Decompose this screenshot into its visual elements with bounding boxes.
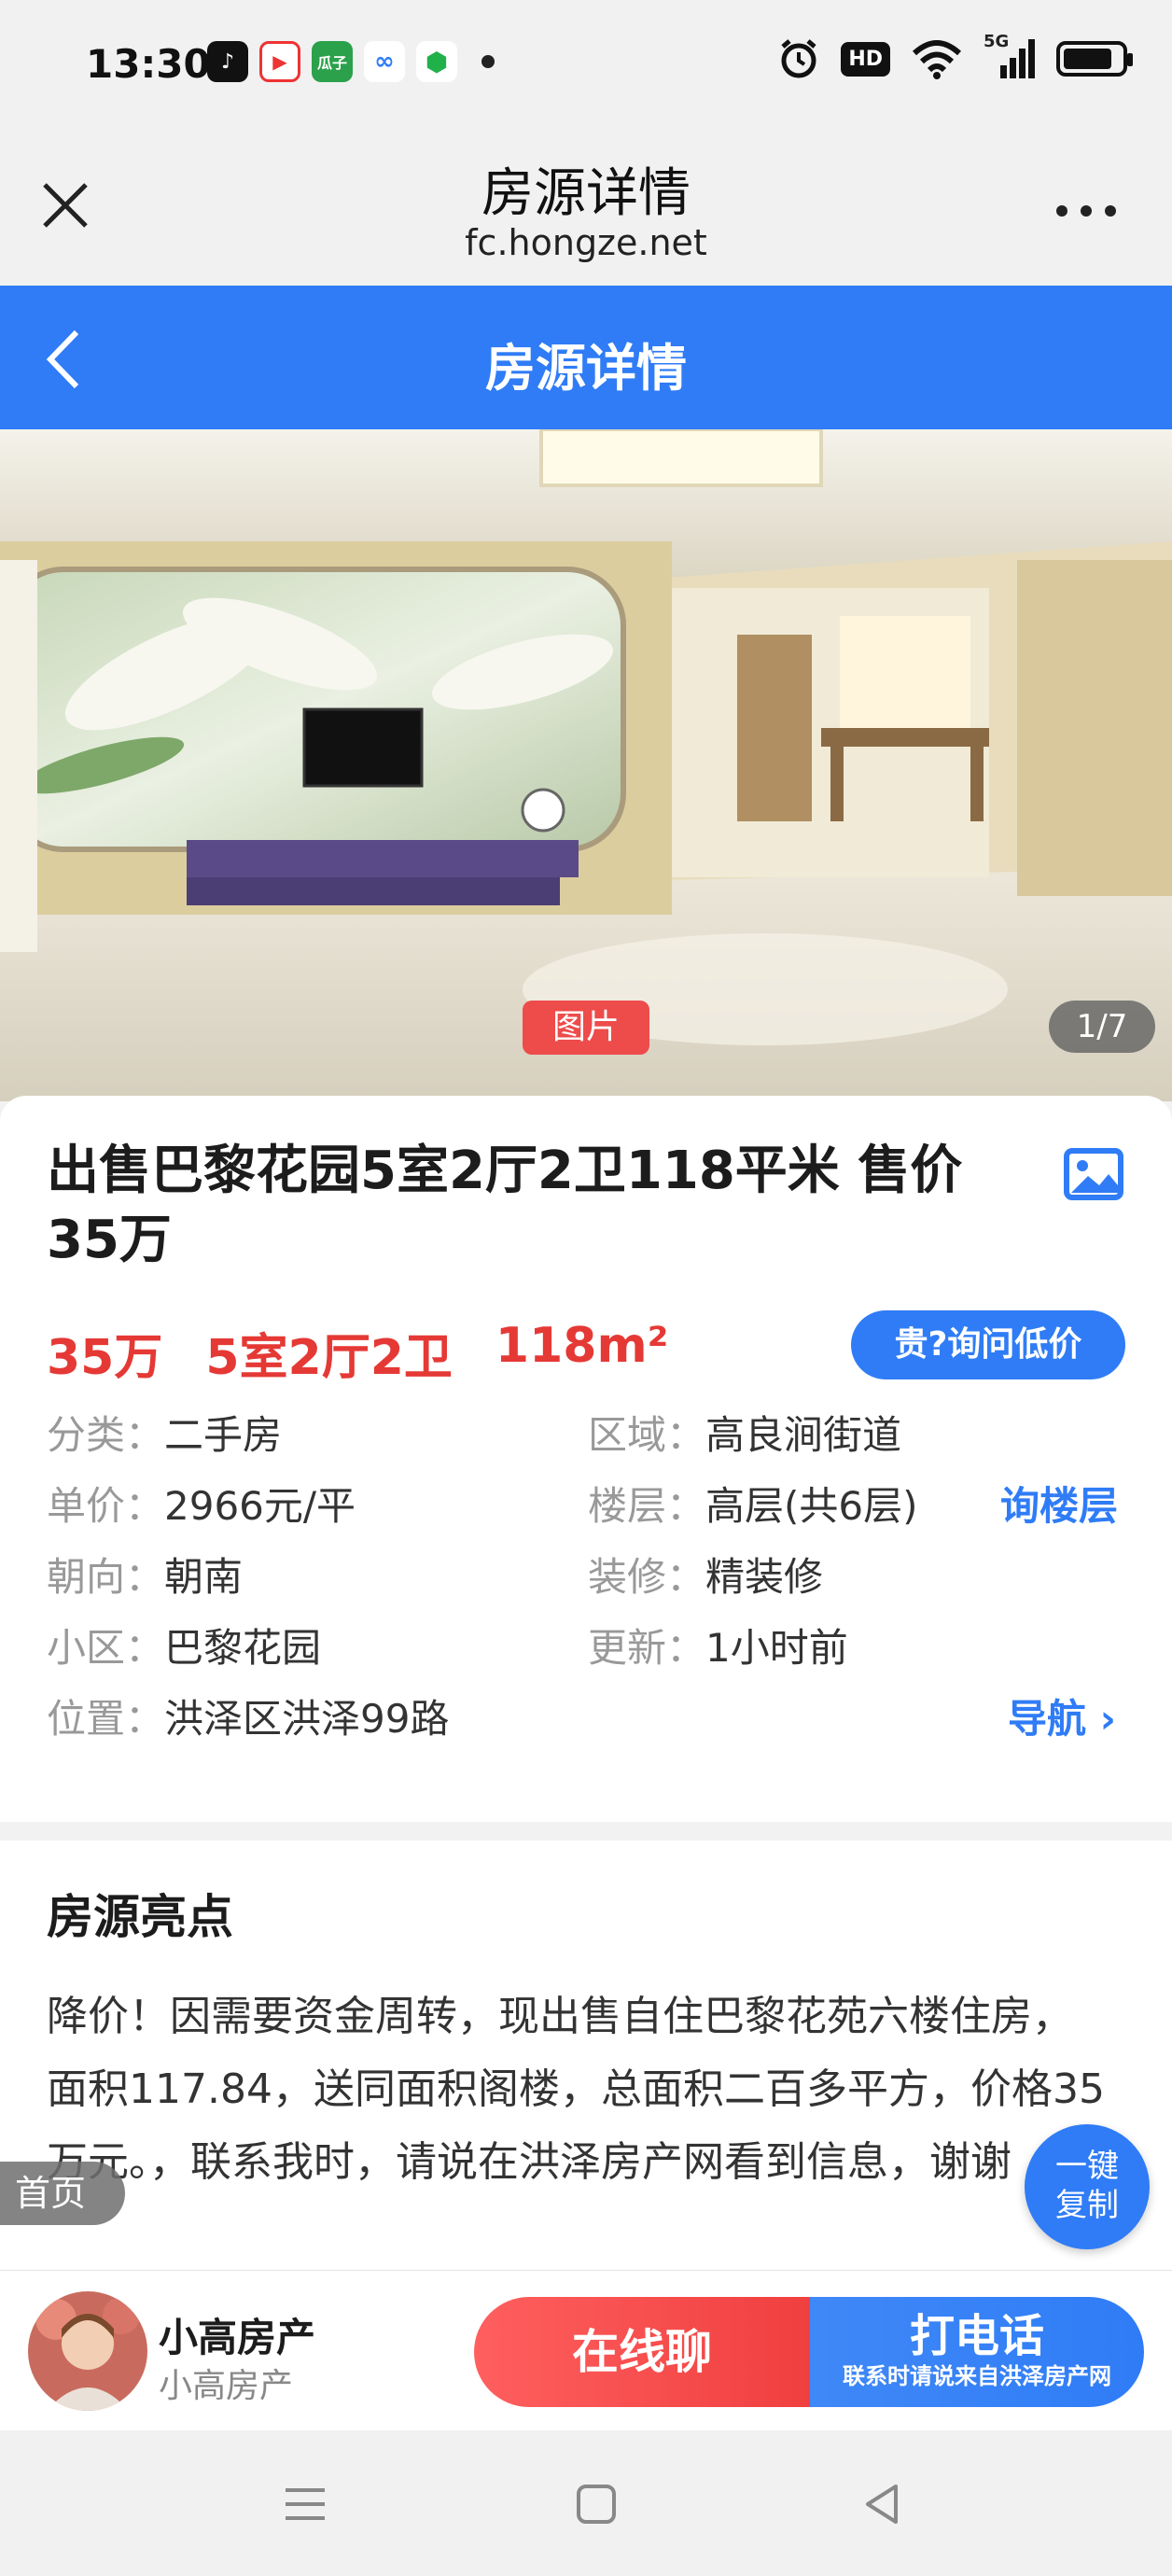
tiktok-icon: ♪: [207, 41, 248, 82]
agent-avatar[interactable]: [28, 2291, 147, 2411]
battery-icon: [1056, 41, 1133, 77]
browser-url: fc.hongze.net: [465, 222, 707, 263]
attr-floor: 楼层：高层(共6层): [588, 1483, 918, 1529]
copy-button[interactable]: 一键 复制: [1025, 2124, 1150, 2249]
chevron-right-icon: ›: [1086, 1696, 1116, 1742]
contact-actions: 在线聊 打电话 联系时请说来自洪泽房产网: [474, 2297, 1144, 2407]
attr-decoration: 装修：精装修: [588, 1554, 824, 1600]
gallery-icon[interactable]: [1064, 1148, 1123, 1200]
call-sublabel: 联系时请说来自洪泽房产网: [843, 2363, 1111, 2389]
back-nav-icon[interactable]: [858, 2481, 905, 2527]
attr-unit-price: 单价：2966元/平: [47, 1483, 356, 1529]
status-time: 13:30: [86, 41, 211, 87]
photo-tag[interactable]: 图片: [523, 1001, 649, 1055]
photo-counter: 1/7: [1049, 1001, 1155, 1053]
ask-floor-link[interactable]: 询楼层: [1000, 1475, 1118, 1532]
agent-subtitle: 小高房产: [159, 2367, 294, 2405]
home-icon[interactable]: [573, 2481, 620, 2527]
online-chat-button[interactable]: 在线聊: [474, 2297, 810, 2407]
more-icon[interactable]: [1056, 205, 1116, 217]
system-nav-bar: [0, 2430, 1172, 2576]
guazi-app-icon: 瓜子: [312, 41, 353, 82]
ask-low-price-button[interactable]: 贵?询问低价: [851, 1310, 1125, 1379]
cloud-app-icon: ∞: [364, 41, 405, 82]
browser-bar: 房源详情 fc.hongze.net: [0, 131, 1172, 286]
shield-icon: ⬢: [416, 41, 457, 82]
navigate-link[interactable]: 导航 ›: [1008, 1687, 1116, 1744]
wifi-icon: [912, 40, 962, 79]
status-app-icons: ♪ ▶ 瓜子 ∞ ⬢: [207, 41, 495, 82]
highlights-section: 房源亮点 降价！因需要资金周转，现出售自住巴黎花苑六楼住房，面积117.84，送…: [0, 1841, 1172, 2270]
call-label: 打电话: [909, 2310, 1044, 2362]
listing-photo[interactable]: 图片 1/7: [0, 429, 1172, 1101]
highlights-body: 降价！因需要资金周转，现出售自住巴黎花苑六楼住房，面积117.84，送同面积阁楼…: [47, 1993, 1105, 2186]
copy-label-line1: 一键: [1055, 2148, 1119, 2185]
menu-icon[interactable]: [282, 2481, 328, 2527]
room-layout: 5室2厅2卫: [205, 1330, 453, 1386]
key-facts: 35万 5室2厅2卫 118m²: [47, 1318, 668, 1388]
alarm-icon: [781, 39, 816, 78]
attr-category: 分类：二手房: [47, 1412, 283, 1458]
more-notifications-icon: [481, 55, 495, 68]
page-title: 房源详情: [485, 339, 687, 398]
home-float-button[interactable]: 首页: [0, 2162, 125, 2225]
status-bar: 13:30 ♪ ▶ 瓜子 ∞ ⬢ HD 5G: [0, 0, 1172, 131]
page-header: 房源详情: [0, 286, 1172, 429]
price: 35万: [47, 1330, 163, 1386]
highlights-title: 房源亮点: [47, 1890, 233, 1944]
browser-title: 房源详情: [481, 163, 691, 224]
agent-name: 小高房产: [159, 2315, 316, 2360]
attr-district: 区域：高良涧街道: [588, 1412, 902, 1458]
hd-badge: HD: [841, 41, 890, 77]
navigate-label: 导航: [1008, 1696, 1087, 1742]
copy-label-line2: 复制: [1055, 2187, 1119, 2224]
floor-area: 118m²: [495, 1318, 669, 1374]
contact-bar: 小高房产 小高房产 在线聊 打电话 联系时请说来自洪泽房产网: [0, 2270, 1172, 2430]
attr-orientation: 朝向：朝南: [47, 1554, 244, 1600]
listing-info-card: 出售巴黎花园5室2厅2卫118平米 售价35万 35万 5室2厅2卫 118m²…: [0, 1096, 1172, 1822]
status-right: HD 5G: [777, 32, 1133, 80]
attr-updated: 更新：1小时前: [588, 1625, 848, 1671]
listing-title: 出售巴黎花园5室2厅2卫118平米 售价35万: [47, 1141, 963, 1270]
attr-community: 小区：巴黎花园: [47, 1625, 322, 1671]
video-app-icon: ▶: [259, 41, 300, 82]
attr-location: 位置：洪泽区洪泽99路: [47, 1696, 450, 1742]
signal-icon: 5G: [984, 32, 1036, 80]
call-button[interactable]: 打电话 联系时请说来自洪泽房产网: [810, 2297, 1144, 2407]
